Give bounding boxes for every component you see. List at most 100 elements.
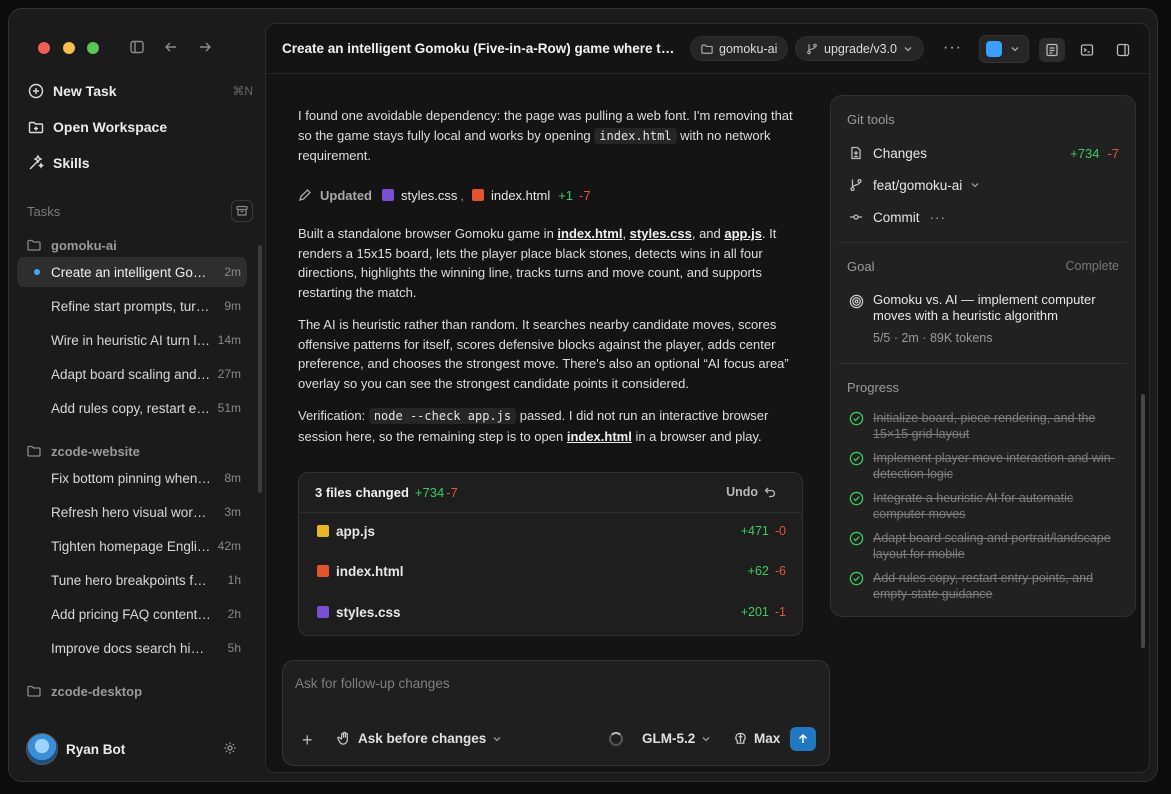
task-item[interactable]: Adapt board scaling and layout 27m: [17, 359, 247, 389]
task-title: Add rules copy, restart entry points: [51, 400, 211, 416]
archive-icon[interactable]: [231, 200, 253, 222]
html-file-icon: [317, 565, 329, 577]
gear-icon[interactable]: [223, 741, 237, 758]
loading-spinner-icon: [609, 732, 623, 746]
close-window-button[interactable]: [38, 42, 50, 54]
task-item[interactable]: Improve docs search highlighting 5h: [17, 633, 247, 663]
permission-mode-selector[interactable]: Ask before changes: [337, 731, 502, 746]
changed-file-row[interactable]: index.html +62 -6: [299, 551, 802, 591]
workspace-name: gomoku-ai: [51, 237, 117, 253]
workspace-group-zcode-website[interactable]: zcode-website: [27, 441, 140, 461]
git-branch-icon: [849, 178, 865, 192]
changed-file-row[interactable]: styles.css +201 -1: [299, 592, 802, 632]
divider: [839, 363, 1127, 364]
undo-label: Undo: [726, 485, 758, 499]
forward-arrow-icon[interactable]: [195, 37, 215, 57]
minimize-window-button[interactable]: [63, 42, 75, 54]
effort-label: Max: [754, 731, 781, 746]
file-link[interactable]: styles.css: [401, 188, 457, 203]
zoom-window-button[interactable]: [87, 42, 99, 54]
file-link[interactable]: index.html: [491, 188, 550, 203]
branch-row[interactable]: feat/gomoku-ai: [849, 175, 1119, 195]
changed-file-row[interactable]: app.js +471 -0: [299, 511, 802, 551]
agent-logo-icon: [986, 41, 1002, 57]
brain-icon: [733, 731, 748, 746]
terminal-icon[interactable]: [1074, 38, 1100, 62]
task-item[interactable]: Create an intelligent Gomoku (Five-in-a-…: [17, 257, 247, 287]
workspace-group-gomoku-ai[interactable]: gomoku-ai: [27, 235, 117, 255]
css-file-icon: [382, 189, 394, 201]
file-link[interactable]: index.html: [567, 429, 632, 444]
html-file-icon: [471, 189, 484, 201]
skills-label: Skills: [53, 155, 90, 171]
task-item[interactable]: Wire in heuristic AI turn logic 14m: [17, 325, 247, 355]
task-item[interactable]: Add rules copy, restart entry points 51m: [17, 393, 247, 423]
text: Verification:: [298, 408, 369, 423]
task-time: 42m: [217, 539, 241, 553]
task-item[interactable]: Refine start prompts, turn indicators 9m: [17, 291, 247, 321]
progress-text: Implement player move interaction and wi…: [873, 451, 1115, 481]
message-paragraph: I found one avoidable dependency: the pa…: [298, 106, 798, 166]
workspace-pill[interactable]: gomoku-ai: [690, 36, 789, 61]
task-title: Improve docs search highlighting: [51, 640, 211, 656]
model-selector[interactable]: GLM-5.2: [642, 731, 711, 746]
effort-selector[interactable]: Max: [733, 731, 780, 746]
attach-plus-icon[interactable]: +: [302, 730, 313, 751]
task-title: Refine start prompts, turn indicators: [51, 298, 211, 314]
progress-text: Initialize board, piece rendering, and t…: [873, 411, 1096, 441]
undo-button[interactable]: Undo: [726, 485, 776, 499]
task-item[interactable]: Tighten homepage English copy 42m: [17, 531, 247, 561]
send-button[interactable]: [790, 727, 816, 751]
task-time: 1h: [227, 573, 241, 587]
goal-title: Goal: [847, 259, 875, 274]
user-profile[interactable]: Ryan Bot: [26, 733, 125, 765]
changes-label: Changes: [873, 145, 928, 161]
task-time: 27m: [217, 367, 241, 381]
branch-selector[interactable]: upgrade/v3.0: [795, 36, 924, 61]
lines-removed: -7: [446, 485, 458, 500]
more-options-icon[interactable]: ···: [943, 39, 962, 57]
app-window: New Task ⌘N Open Workspace Skills Tasks …: [8, 8, 1158, 782]
task-title: Tighten homepage English copy: [51, 538, 211, 554]
sidebar-scrollbar[interactable]: [258, 245, 262, 493]
file-link[interactable]: app.js: [724, 226, 762, 241]
check-circle-icon: [849, 411, 865, 442]
progress-item: Implement player move interaction and wi…: [849, 450, 1124, 482]
document-panel-icon[interactable]: [1039, 38, 1065, 62]
changes-stats: +734 -7: [1070, 146, 1119, 161]
skills-button[interactable]: Skills: [27, 149, 253, 177]
workspace-group-zcode-desktop[interactable]: zcode-desktop: [27, 681, 142, 701]
git-tools-panel: Git tools Changes +734 -7 feat/gomoku-ai …: [830, 95, 1136, 617]
changes-row[interactable]: Changes +734 -7: [849, 143, 1119, 163]
open-workspace-button[interactable]: Open Workspace: [27, 113, 253, 141]
message-composer[interactable]: Ask for follow-up changes + Ask before c…: [282, 660, 830, 766]
file-link[interactable]: index.html: [557, 226, 622, 241]
goal-text: Gomoku vs. AI — implement computer moves…: [873, 292, 1096, 323]
file-link[interactable]: styles.css: [630, 226, 692, 241]
more-options-icon[interactable]: ···: [930, 210, 947, 225]
model-label: GLM-5.2: [642, 731, 696, 746]
back-arrow-icon[interactable]: [161, 37, 181, 57]
toggle-sidebar-icon[interactable]: [127, 37, 147, 57]
task-item[interactable]: Fix bottom pinning when scrolling 8m: [17, 463, 247, 493]
file-name: index.html: [336, 563, 404, 579]
file-stats: +471 -0: [735, 524, 786, 538]
main-scrollbar[interactable]: [1141, 394, 1145, 648]
agent-selector[interactable]: [979, 35, 1029, 63]
task-item[interactable]: Add pricing FAQ content blocks 2h: [17, 599, 247, 629]
git-branch-icon: [806, 43, 818, 55]
commit-row[interactable]: Commit ···: [849, 207, 1119, 227]
lines-added: +1: [558, 187, 574, 203]
check-circle-icon: [849, 491, 865, 522]
task-item[interactable]: Tune hero breakpoints for tablets 1h: [17, 565, 247, 595]
progress-text: Add rules copy, restart entry points, an…: [873, 571, 1094, 601]
right-sidebar-toggle-icon[interactable]: [1110, 38, 1136, 62]
task-title: Adapt board scaling and layout: [51, 366, 211, 382]
page-title: Create an intelligent Gomoku (Five-in-a-…: [282, 41, 682, 56]
main-pane: Create an intelligent Gomoku (Five-in-a-…: [265, 23, 1150, 773]
lines-removed: -7: [579, 187, 591, 203]
task-item[interactable]: Refresh hero visual workflow 3m: [17, 497, 247, 527]
chevron-down-icon: [701, 734, 711, 744]
composer-input[interactable]: Ask for follow-up changes: [295, 676, 450, 691]
new-task-button[interactable]: New Task ⌘N: [27, 77, 253, 105]
